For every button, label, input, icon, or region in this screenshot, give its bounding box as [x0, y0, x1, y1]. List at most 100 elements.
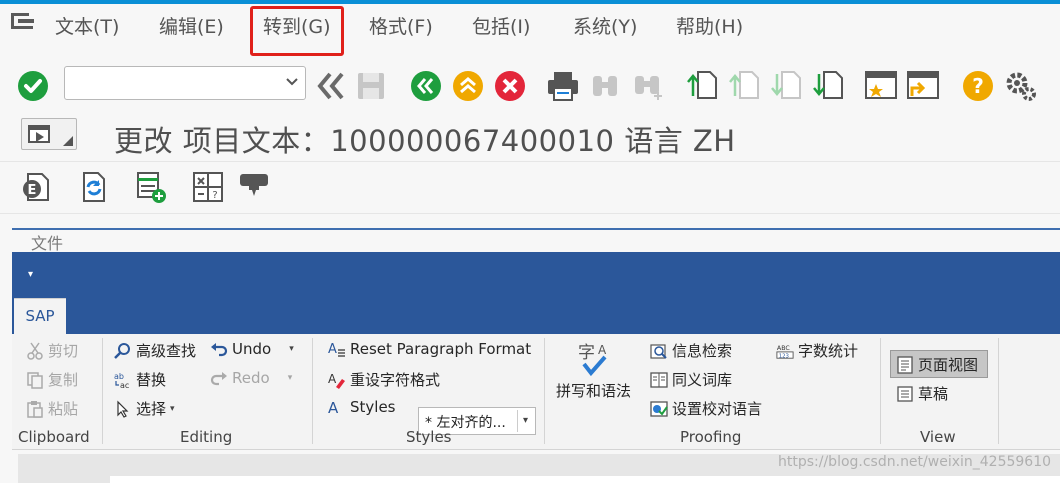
styles-label: Styles — [350, 398, 396, 416]
draft-icon — [897, 385, 913, 402]
cursor-arrow-icon — [117, 400, 129, 418]
back-arrows-icon[interactable] — [316, 70, 346, 102]
page-view-label: 页面视图 — [918, 356, 979, 374]
undo-button[interactable]: Undo ▾ — [210, 340, 294, 358]
cut-label: 剪切 — [48, 342, 79, 360]
first-page-icon[interactable] — [686, 68, 720, 102]
screen-menu-icon — [28, 125, 50, 143]
menu-icon[interactable] — [10, 12, 36, 32]
select-button[interactable]: 选择 ▾ — [114, 398, 175, 419]
svg-text:E: E — [28, 183, 37, 198]
undo-icon — [211, 343, 228, 357]
application-toolbar: E ? — [0, 162, 1060, 214]
previous-page-icon — [729, 71, 759, 99]
chevron-down-icon[interactable]: ▾ — [517, 410, 533, 432]
svg-text:123: 123 — [779, 353, 789, 359]
page-view-icon — [897, 355, 913, 374]
svg-text:A: A — [598, 343, 607, 357]
reset-paragraph-label: Reset Paragraph Format — [350, 340, 532, 358]
exit-yellow-icon[interactable] — [452, 70, 484, 102]
separator — [312, 338, 313, 444]
menu-include[interactable]: 包括(I) — [472, 12, 530, 39]
word-count-button[interactable]: ABC 123 字数统计 — [776, 340, 858, 361]
command-field[interactable] — [64, 66, 306, 100]
thesaurus-label: 同义词库 — [672, 371, 733, 389]
help-icon[interactable]: ? — [962, 70, 994, 102]
insert-line-icon[interactable] — [136, 170, 168, 204]
language-icon — [650, 400, 668, 417]
create-session-icon[interactable] — [864, 68, 898, 102]
svg-text:A: A — [328, 342, 337, 357]
undo-label: Undo — [232, 340, 272, 358]
thesaurus-button[interactable]: 同义词库 — [650, 369, 732, 390]
file-menu[interactable]: 文件 — [31, 230, 63, 254]
tab-sap[interactable]: SAP — [14, 298, 66, 334]
print-icon[interactable] — [546, 70, 580, 102]
refresh-page-icon[interactable] — [78, 170, 110, 204]
scissors-icon — [27, 342, 43, 360]
comment-icon[interactable] — [238, 170, 270, 202]
chevron-down-icon: ▾ — [170, 403, 175, 414]
group-view: View — [920, 428, 956, 446]
draft-button[interactable]: 草稿 — [896, 383, 948, 404]
svg-text:ab: ab — [114, 372, 124, 381]
menu-bar: 文本(T) 编辑(E) 转到(G) 格式(F) 包括(I) 系统(Y) 帮助(H… — [0, 4, 1060, 56]
replace-icon: abac — [114, 372, 129, 389]
menu-system[interactable]: 系统(Y) — [573, 12, 637, 39]
page-view-item[interactable]: 页面视图 — [896, 354, 978, 375]
cancel-red-icon[interactable] — [494, 70, 526, 102]
spelling-grammar-label: 拼写和语法 — [556, 382, 632, 400]
research-button[interactable]: 信息检索 — [650, 340, 732, 361]
find-icon — [593, 76, 617, 96]
svg-text:字: 字 — [578, 343, 595, 363]
undo-dropdown-icon[interactable]: ▾ — [289, 344, 294, 354]
formula-editor-icon[interactable]: ? — [192, 170, 224, 204]
spelling-grammar-button[interactable]: 字 A 拼写和语法 — [556, 340, 631, 401]
menu-format[interactable]: 格式(F) — [369, 12, 433, 39]
last-page-icon[interactable] — [812, 68, 846, 102]
text-header-icon[interactable]: E — [20, 171, 52, 203]
copy-icon — [27, 371, 43, 389]
separator — [102, 338, 103, 444]
separator — [544, 338, 545, 444]
dropdown-corner-icon — [63, 136, 73, 146]
document-page[interactable] — [110, 476, 1060, 483]
shortcut-icon[interactable] — [906, 68, 940, 102]
menu-help[interactable]: 帮助(H) — [676, 12, 743, 39]
menu-edit[interactable]: 编辑(E) — [159, 12, 224, 39]
advanced-find-label: 高级查找 — [136, 342, 197, 360]
set-language-label: 设置校对语言 — [672, 400, 763, 418]
spelling-check-icon: 字 A — [578, 343, 607, 377]
back-green-icon[interactable] — [410, 70, 442, 102]
quick-access-dropdown-icon[interactable]: ▾ — [28, 269, 33, 280]
svg-text:ac: ac — [120, 381, 129, 389]
reset-paragraph-button[interactable]: A Reset Paragraph Format — [328, 340, 531, 358]
copy-button: 复制 — [26, 369, 78, 390]
menu-text[interactable]: 文本(T) — [55, 12, 119, 39]
search-icon — [114, 342, 130, 359]
svg-text:?: ? — [212, 190, 217, 201]
standard-toolbar: ? — [0, 58, 1060, 114]
set-language-button[interactable]: 设置校对语言 — [650, 398, 762, 419]
command-input[interactable] — [65, 67, 275, 99]
title-menu-button[interactable] — [21, 118, 77, 150]
page-title: 更改 项目文本：100000067400010 语言 ZH — [114, 124, 736, 158]
enter-check-icon[interactable] — [17, 70, 49, 102]
research-label: 信息检索 — [672, 342, 733, 360]
group-proofing: Proofing — [680, 428, 742, 446]
settings-gear-icon[interactable] — [1004, 69, 1038, 103]
styles-icon: A — [328, 399, 339, 416]
svg-text:A: A — [328, 372, 337, 386]
paste-label: 粘贴 — [48, 400, 79, 418]
replace-button[interactable]: ab ac 替换 — [114, 369, 166, 390]
reset-char-format-button[interactable]: A 重设字符格式 — [328, 369, 440, 390]
reset-paragraph-icon: A — [328, 342, 345, 357]
styles-button[interactable]: A Styles — [328, 398, 396, 416]
find-next-icon — [635, 76, 662, 100]
select-label: 选择 — [136, 400, 167, 418]
redo-label: Redo — [232, 369, 270, 387]
advanced-find-button[interactable]: 高级查找 — [114, 340, 196, 361]
redo-dropdown-icon: ▾ — [287, 373, 293, 383]
title-bar: 更改 项目文本：100000067400010 语言 ZH — [0, 114, 1060, 162]
chevron-down-icon[interactable] — [285, 75, 299, 89]
